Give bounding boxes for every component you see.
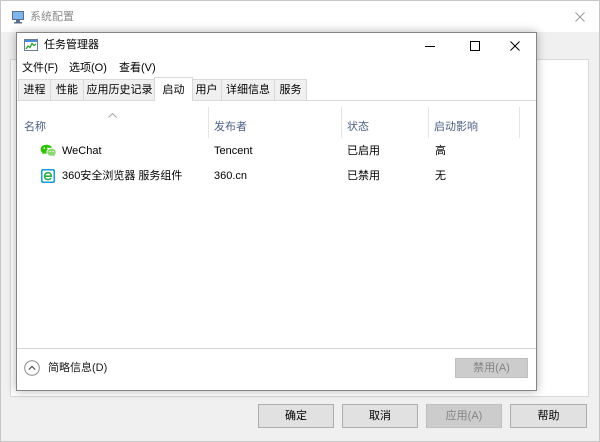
system-configuration-icon [12,11,24,24]
tab-performance[interactable]: 性能 [50,79,84,101]
menu-file[interactable]: 文件(F) [17,58,63,78]
menu-bar: 文件(F) 选项(O) 查看(V) [17,58,536,78]
startup-item-status: 已禁用 [347,170,380,182]
fewer-details-label: 简略信息(D) [48,362,108,374]
maximize-button[interactable] [452,33,498,58]
tab-strip: 进程 性能 应用历史记录 启动 用户 详细信息 服务 [17,77,536,101]
window-title: 任务管理器 [44,39,99,51]
startup-item-name: WeChat [62,145,102,157]
column-header-startup-impact[interactable]: 启动影响 [434,120,478,134]
close-button[interactable] [498,33,536,58]
wechat-icon [40,144,56,157]
minimize-button[interactable] [407,33,452,58]
ok-button[interactable]: 确定 [258,404,334,428]
column-resize-handle[interactable] [428,107,429,138]
maximize-icon [470,40,480,51]
task-manager-icon [24,39,38,51]
tab-startup[interactable]: 启动 [154,77,193,101]
column-header-name[interactable]: 名称 [24,120,46,134]
tab-services[interactable]: 服务 [274,79,307,101]
fewer-details-toggle[interactable]: 简略信息(D) [22,358,132,378]
close-button[interactable] [568,7,592,27]
footer-divider [17,348,536,349]
cancel-button[interactable]: 取消 [342,404,418,428]
tab-app-history[interactable]: 应用历史记录 [83,79,156,101]
startup-item-publisher: 360.cn [214,170,248,182]
task-manager-window: 任务管理器 文件(F) 选项(O) 查看(V) 进程 性能 应用历史记录 启动 … [16,32,537,391]
menu-options[interactable]: 选项(O) [63,58,113,78]
tab-details[interactable]: 详细信息 [221,79,275,101]
startup-item-name: 360安全浏览器 服务组件 [62,170,183,182]
startup-item-impact: 高 [435,145,446,157]
tab-content-border [17,100,536,101]
column-resize-handle[interactable] [519,107,520,138]
column-header-status[interactable]: 状态 [347,120,369,134]
startup-list-header: 名称 发布者 状态 启动影响 [17,107,536,138]
startup-item-publisher: Tencent [214,145,253,157]
disable-button[interactable]: 禁用(A) [455,358,528,378]
help-button[interactable]: 帮助 [510,404,587,428]
menu-view[interactable]: 查看(V) [113,58,163,78]
task-manager-titlebar: 任务管理器 [17,33,536,58]
close-icon [510,40,520,51]
sort-ascending-icon [108,113,117,118]
tab-processes[interactable]: 进程 [18,79,51,101]
chevron-up-circle-icon [24,360,40,376]
360-browser-icon [41,169,55,183]
apply-button[interactable]: 应用(A) [426,404,502,428]
close-icon [575,12,585,22]
column-resize-handle[interactable] [208,107,209,138]
startup-row[interactable]: WeChat Tencent 已启用 高 [17,139,536,164]
tab-users[interactable]: 用户 [191,79,222,101]
startup-list: WeChat Tencent 已启用 高 360安全浏览器 服务组件 360.c… [17,139,536,348]
startup-item-impact: 无 [435,170,446,182]
startup-row[interactable]: 360安全浏览器 服务组件 360.cn 已禁用 无 [17,164,536,189]
column-header-publisher[interactable]: 发布者 [214,120,247,134]
column-resize-handle[interactable] [341,107,342,138]
system-configuration-titlebar: 系统配置 [0,0,600,32]
minimize-icon [424,45,435,47]
startup-item-status: 已启用 [347,145,380,157]
window-title: 系统配置 [30,11,74,23]
